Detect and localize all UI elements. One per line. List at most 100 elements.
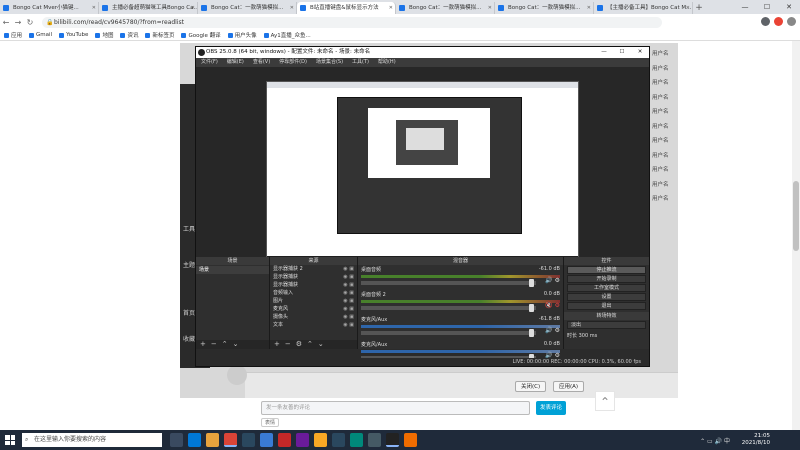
eye-icon[interactable]: ◉ [343, 298, 347, 304]
volume-slider[interactable] [361, 279, 536, 287]
bookmark-item[interactable]: 地图 [95, 31, 113, 39]
browser-tab[interactable]: Bongo Cat：一款萌猫模拟... ✕ [198, 2, 297, 14]
lock-icon[interactable]: ▣ [349, 298, 354, 304]
file-explorer-icon[interactable] [206, 433, 219, 447]
eye-icon[interactable]: ◉ [343, 282, 347, 288]
close-tab-icon[interactable]: ✕ [191, 2, 195, 14]
up-icon[interactable]: ⌃ [307, 340, 313, 349]
obs-menu-item[interactable]: 文件(F) [201, 58, 218, 67]
minimize-icon[interactable]: — [734, 0, 756, 14]
lock-icon[interactable]: ▣ [349, 314, 354, 320]
eye-icon[interactable]: ◉ [343, 322, 347, 328]
app-icon[interactable] [404, 433, 417, 447]
minimize-icon[interactable]: — [595, 47, 613, 58]
sidebar-label[interactable]: 主题 [183, 260, 195, 269]
eye-icon[interactable]: ◉ [343, 290, 347, 296]
volume-slider[interactable] [361, 304, 536, 312]
source-item[interactable]: 图片 ◉ ▣ [270, 297, 357, 305]
app-icon[interactable] [350, 433, 363, 447]
source-item[interactable]: 文本 ◉ ▣ [270, 321, 357, 329]
close-tab-icon[interactable]: ✕ [389, 2, 393, 14]
obs-menu-item[interactable]: 编辑(E) [227, 58, 244, 67]
taskbar-clock[interactable]: 21:05 2021/8/10 [742, 433, 770, 447]
sidebar-label[interactable]: 首页 [183, 308, 195, 317]
extension-icon[interactable] [774, 17, 783, 26]
new-tab-icon[interactable]: + [693, 2, 705, 14]
transition-select[interactable]: 淡出 [567, 321, 646, 329]
list-item[interactable]: 用户名 [648, 163, 678, 178]
list-item[interactable]: 用户名 [648, 149, 678, 164]
control-button[interactable]: 工作室模式 [567, 284, 646, 292]
lock-icon[interactable]: ▣ [349, 274, 354, 280]
app-icon[interactable] [314, 433, 327, 447]
close-tab-icon[interactable]: ✕ [686, 2, 690, 14]
preview-canvas[interactable] [266, 81, 579, 266]
slider-knob[interactable] [529, 329, 534, 337]
steam-icon[interactable] [242, 433, 255, 447]
down-icon[interactable]: ⌄ [233, 340, 239, 349]
lock-icon[interactable]: ▣ [349, 282, 354, 288]
source-item[interactable]: 显示器捕获 ◉ ▣ [270, 273, 357, 281]
task-view-icon[interactable] [170, 433, 183, 447]
profile-avatar[interactable] [787, 17, 796, 26]
extension-icon[interactable] [761, 17, 770, 26]
control-button[interactable]: 设置 [567, 293, 646, 301]
speaker-icon[interactable]: 🔊 ⚙ [545, 277, 560, 284]
obs-menu-item[interactable]: 帮助(H) [378, 58, 396, 67]
close-icon[interactable]: ✕ [778, 0, 800, 14]
maximize-icon[interactable]: ☐ [756, 0, 778, 14]
eye-icon[interactable]: ◉ [343, 306, 347, 312]
browser-tab[interactable]: 主播必备超萌猫咪工具Bongo Ca... ✕ [99, 2, 198, 14]
obs-menu-item[interactable]: 工具(T) [352, 58, 369, 67]
bookmark-item[interactable]: 新标签页 [145, 31, 174, 39]
muted-speaker-icon[interactable]: 🔇 ⚙ [545, 302, 560, 309]
source-item[interactable]: 麦克风 ◉ ▣ [270, 305, 357, 313]
obs-menu-item[interactable]: 查看(V) [253, 58, 270, 67]
close-tab-icon[interactable]: ✕ [488, 2, 492, 14]
eye-icon[interactable]: ◉ [343, 274, 347, 280]
tray-icons[interactable]: ⌃ ▭ 🔊 中 [700, 436, 730, 445]
chrome-icon[interactable] [224, 433, 237, 447]
forward-icon[interactable]: → [12, 18, 24, 27]
scene-item[interactable]: 场景 [196, 266, 269, 274]
close-icon[interactable]: ✕ [631, 47, 649, 58]
browser-tab[interactable]: B站直播键盘&鼠标显示方法 ✕ [297, 2, 396, 14]
lock-icon[interactable]: ▣ [349, 266, 354, 272]
obs-menu-item[interactable]: 停靠部件(D) [279, 58, 307, 67]
obs-menu-item[interactable]: 场景集合(S) [316, 58, 343, 67]
bookmark-item[interactable]: 用户头像 [227, 31, 257, 39]
list-item[interactable]: 用户名 [648, 47, 678, 62]
add-icon[interactable]: + [200, 340, 206, 349]
lock-icon[interactable]: ▣ [349, 306, 354, 312]
bookmark-item[interactable]: 资讯 [120, 31, 138, 39]
control-button[interactable]: 退出 [567, 302, 646, 310]
maximize-icon[interactable]: ☐ [613, 47, 631, 58]
close-button[interactable]: 关闭(C) [515, 381, 547, 392]
close-tab-icon[interactable]: ✕ [92, 2, 96, 14]
list-item[interactable]: 用户名 [648, 134, 678, 149]
app-icon[interactable] [368, 433, 381, 447]
lock-icon[interactable]: ▣ [349, 322, 354, 328]
duration-value[interactable]: 300 ms [579, 333, 598, 339]
reload-icon[interactable]: ↻ [24, 18, 36, 27]
close-tab-icon[interactable]: ✕ [587, 2, 591, 14]
close-tab-icon[interactable]: ✕ [290, 2, 294, 14]
send-comment-button[interactable]: 发表评论 [536, 401, 566, 415]
obs-icon[interactable] [386, 433, 399, 447]
browser-tab[interactable]: 【主播必备工具】Bongo Cat M... ✕ [594, 2, 693, 14]
bookmark-item[interactable]: Ay1直播_众鱼... [263, 31, 311, 39]
bookmark-item[interactable]: Gmail [29, 32, 52, 38]
source-item[interactable]: 显示器捕获 2 ◉ ▣ [270, 265, 357, 273]
control-button[interactable]: 开始录制 [567, 275, 646, 283]
list-item[interactable]: 用户名 [648, 120, 678, 135]
remove-icon[interactable]: − [211, 340, 217, 349]
eye-icon[interactable]: ◉ [343, 314, 347, 320]
source-item[interactable]: 音频输入 ◉ ▣ [270, 289, 357, 297]
sidebar-label[interactable]: 工具 [183, 224, 195, 233]
edge-icon[interactable] [188, 433, 201, 447]
bookmark-item[interactable]: YouTube [59, 32, 88, 38]
settings-icon[interactable]: ⚙ [296, 340, 302, 349]
list-item[interactable]: 用户名 [648, 91, 678, 106]
down-icon[interactable]: ⌄ [318, 340, 324, 349]
app-icon[interactable] [260, 433, 273, 447]
